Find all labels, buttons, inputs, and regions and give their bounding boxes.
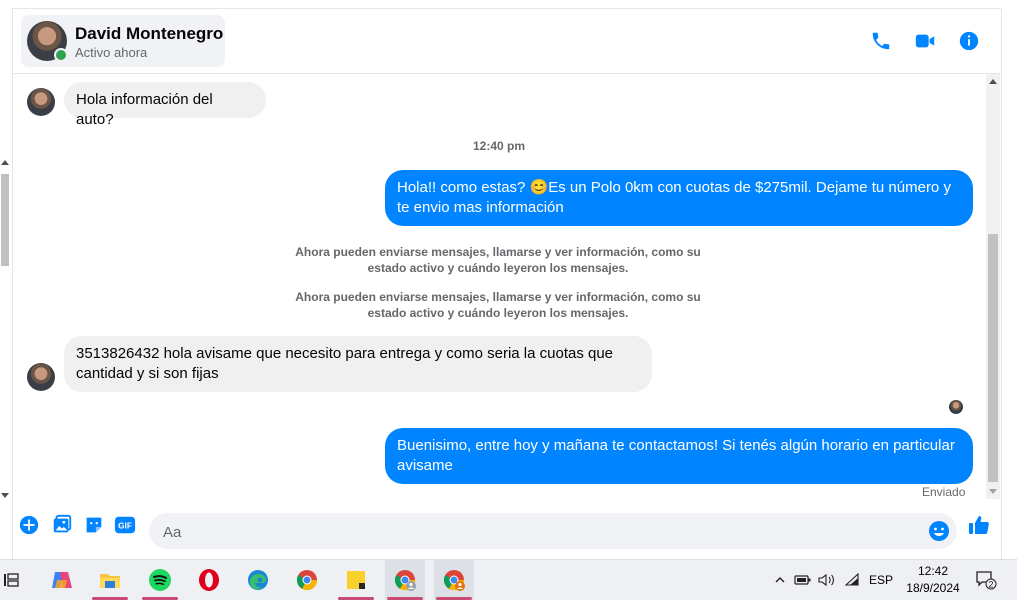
message-list[interactable]: Hola información del auto? 12:40 pm Hola… bbox=[13, 74, 985, 499]
taskbar: ESP 12:42 18/9/2024 2 bbox=[0, 559, 1017, 600]
spotify-icon[interactable] bbox=[140, 560, 180, 600]
volume-icon[interactable] bbox=[816, 560, 838, 600]
emoji-icon[interactable] bbox=[927, 519, 951, 543]
delivery-status: Enviado bbox=[922, 485, 966, 499]
info-icon[interactable] bbox=[955, 27, 983, 55]
chevron-up-icon[interactable] bbox=[770, 560, 790, 600]
page-scrollbar[interactable] bbox=[0, 160, 10, 500]
image-icon[interactable] bbox=[50, 513, 74, 537]
battery-icon[interactable] bbox=[792, 560, 814, 600]
gif-icon[interactable]: GIF bbox=[113, 513, 137, 537]
messenger-window: David Montenegro Activo ahora Hola infor… bbox=[0, 0, 1017, 560]
sender-avatar[interactable] bbox=[27, 363, 55, 391]
message-input-wrap[interactable] bbox=[149, 513, 957, 551]
system-clock[interactable]: 12:42 18/9/2024 bbox=[898, 563, 968, 597]
scroll-up-arrow-icon[interactable] bbox=[989, 79, 997, 84]
video-call-icon[interactable] bbox=[911, 27, 939, 55]
phone-icon[interactable] bbox=[867, 27, 895, 55]
seen-avatar bbox=[949, 400, 963, 414]
task-view-icon[interactable] bbox=[0, 560, 22, 600]
online-status-dot bbox=[54, 48, 68, 62]
notification-count: 2 bbox=[988, 579, 993, 589]
page-scroll-up-arrow-icon[interactable] bbox=[1, 160, 9, 165]
system-notice: Ahora pueden enviarse mensajes, llamarse… bbox=[295, 290, 701, 320]
chrome-icon[interactable] bbox=[287, 560, 327, 600]
gif-label: GIF bbox=[118, 522, 132, 531]
clock-date: 18/9/2024 bbox=[906, 581, 960, 595]
thumbs-up-icon[interactable] bbox=[965, 511, 993, 539]
clock-time: 12:42 bbox=[917, 564, 949, 578]
contact-card[interactable]: David Montenegro Activo ahora bbox=[21, 15, 225, 67]
plus-icon[interactable] bbox=[17, 513, 41, 537]
sticky-notes-icon[interactable] bbox=[336, 560, 376, 600]
copilot-icon[interactable] bbox=[42, 560, 82, 600]
page-scroll-down-arrow-icon[interactable] bbox=[1, 493, 9, 498]
sticker-icon[interactable] bbox=[82, 513, 106, 537]
sender-avatar[interactable] bbox=[27, 88, 55, 116]
message-scrollbar[interactable] bbox=[986, 74, 1000, 499]
opera-icon[interactable] bbox=[189, 560, 229, 600]
contact-status: Activo ahora bbox=[75, 45, 148, 60]
incoming-message[interactable]: 3513826432 hola avisame que necesito par… bbox=[64, 336, 652, 392]
chat-header: David Montenegro Activo ahora bbox=[13, 9, 1001, 74]
message-input[interactable] bbox=[161, 513, 925, 551]
outgoing-message[interactable]: Buenisimo, entre hoy y mañana te contact… bbox=[385, 428, 973, 484]
scroll-down-arrow-icon[interactable] bbox=[989, 489, 997, 494]
chrome-profile-2-icon[interactable] bbox=[434, 560, 474, 600]
contact-name[interactable]: David Montenegro bbox=[75, 24, 223, 44]
chrome-profile-1-icon[interactable] bbox=[385, 560, 425, 600]
language-indicator[interactable]: ESP bbox=[868, 560, 894, 600]
chat-panel: David Montenegro Activo ahora Hola infor… bbox=[12, 8, 1002, 560]
composer: GIF bbox=[13, 505, 1001, 553]
edge-icon[interactable] bbox=[238, 560, 278, 600]
wifi-icon[interactable] bbox=[842, 560, 864, 600]
notification-center-icon[interactable]: 2 bbox=[972, 560, 1000, 600]
file-explorer-icon[interactable] bbox=[90, 560, 130, 600]
page-scroll-thumb[interactable] bbox=[1, 174, 9, 266]
message-scroll-thumb[interactable] bbox=[988, 234, 998, 482]
message-timestamp: 12:40 pm bbox=[472, 139, 526, 153]
system-notice: Ahora pueden enviarse mensajes, llamarse… bbox=[295, 245, 701, 275]
outgoing-message[interactable]: Hola!! como estas? 😊Es un Polo 0km con c… bbox=[385, 170, 973, 226]
incoming-message[interactable]: Hola información del auto? bbox=[64, 82, 266, 128]
